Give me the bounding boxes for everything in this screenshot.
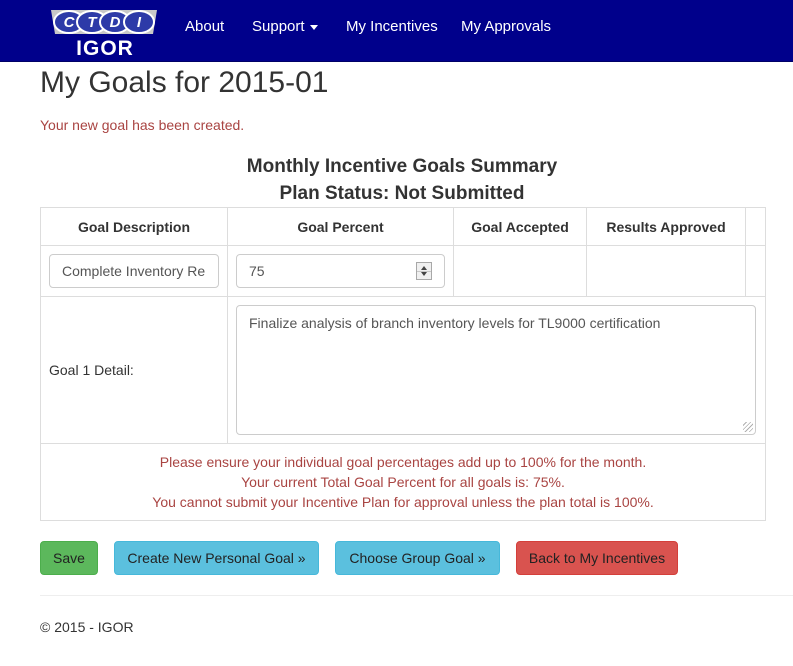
goal-percent-notes: Please ensure your individual goal perce… [40, 443, 766, 521]
table-row: Goal 1 Detail: Finalize analysis of bran… [40, 296, 766, 444]
footer-copyright: © 2015 - IGOR [40, 619, 134, 635]
notes-line: Please ensure your individual goal perce… [159, 454, 647, 470]
column-header-spacer [745, 207, 766, 246]
create-new-personal-goal-button[interactable]: Create New Personal Goal » [114, 541, 319, 575]
notes-line: You cannot submit your Incentive Plan fo… [152, 494, 654, 510]
nav-link-support[interactable]: Support [252, 18, 318, 35]
goal-detail-label: Goal 1 Detail: [40, 296, 228, 444]
table-row: Please ensure your individual goal perce… [40, 443, 766, 521]
goal-detail-textarea[interactable]: Finalize analysis of branch inventory le… [236, 305, 756, 435]
brand-letter: D [110, 14, 121, 31]
navbar: C T D I IGOR About Support My Incentives… [0, 0, 793, 62]
brand-logo[interactable]: C T D I IGOR [47, 6, 163, 60]
brand-name: IGOR [76, 37, 134, 60]
page-title: My Goals for 2015-01 [40, 66, 329, 99]
spacer-cell [745, 245, 766, 297]
caret-down-icon [309, 24, 318, 30]
results-approved-cell [586, 245, 746, 297]
goal-description-input[interactable]: Complete Inventory Re [49, 254, 219, 288]
column-header-goal-percent: Goal Percent [227, 207, 454, 246]
nav-link-support-label: Support [252, 18, 305, 35]
flash-message: Your new goal has been created. [40, 117, 245, 133]
number-spinner[interactable] [416, 262, 432, 280]
footer-divider [40, 595, 793, 596]
goal-percent-cell: 75 [227, 245, 454, 297]
spinner-up-icon[interactable] [421, 266, 427, 270]
choose-group-goal-button[interactable]: Choose Group Goal » [335, 541, 500, 575]
summary-title: Monthly Incentive Goals Summary [246, 156, 558, 177]
ctdi-logo-icon: C T D I [51, 10, 157, 34]
goal-percent-input[interactable]: 75 [236, 254, 445, 288]
brand-letter: C [64, 14, 76, 31]
save-button[interactable]: Save [40, 541, 98, 575]
plan-status: Plan Status: Not Submitted [279, 183, 525, 204]
column-header-results-approved: Results Approved [586, 207, 746, 246]
column-header-goal-description: Goal Description [40, 207, 228, 246]
back-to-my-incentives-button[interactable]: Back to My Incentives [516, 541, 678, 575]
nav-link-about[interactable]: About [185, 18, 224, 35]
goal-detail-cell: Finalize analysis of branch inventory le… [227, 296, 766, 444]
goal-description-cell: Complete Inventory Re [40, 245, 228, 297]
table-header-row: Goal Description Goal Percent Goal Accep… [40, 207, 766, 246]
spinner-down-icon[interactable] [421, 272, 427, 276]
table-row: Complete Inventory Re 75 [40, 245, 766, 297]
goal-percent-value: 75 [249, 263, 265, 279]
goals-table: Goal Description Goal Percent Goal Accep… [40, 207, 766, 521]
resize-grip-icon[interactable] [743, 422, 753, 432]
goal-detail-text: Finalize analysis of branch inventory le… [249, 315, 661, 331]
nav-link-my-incentives[interactable]: My Incentives [346, 18, 438, 35]
notes-line: Your current Total Goal Percent for all … [241, 474, 565, 490]
column-header-goal-accepted: Goal Accepted [453, 207, 587, 246]
nav-link-my-approvals[interactable]: My Approvals [461, 18, 551, 35]
goal-accepted-cell [453, 245, 587, 297]
